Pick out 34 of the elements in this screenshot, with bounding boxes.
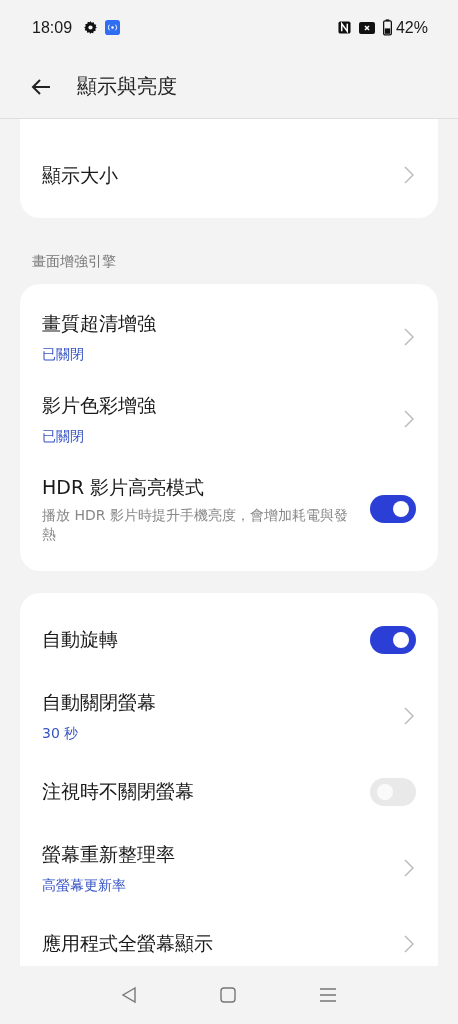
setting-title[interactable]: 畫質超清增強 <box>42 311 392 336</box>
chevron-right-icon[interactable] <box>404 934 414 953</box>
chevron-right-icon[interactable] <box>404 706 414 725</box>
back-icon[interactable] <box>121 986 138 1004</box>
page-title: 顯示與亮度 <box>77 73 177 100</box>
setting-title[interactable]: 注視時不關閉螢幕 <box>42 779 358 805</box>
broadcast-icon <box>105 20 121 35</box>
setting-title[interactable]: HDR 影片高亮模式 <box>42 475 358 500</box>
status-time: 18:09 <box>32 18 73 37</box>
section-header: 畫面增強引擎 <box>31 252 117 271</box>
setting-title[interactable]: 應用程式全螢幕顯示 <box>42 931 392 957</box>
nfc-icon <box>337 21 351 34</box>
menu-icon[interactable] <box>318 987 337 1003</box>
setting-title[interactable]: 自動關閉螢幕 <box>42 689 392 715</box>
setting-status: 已關閉 <box>42 346 85 363</box>
toggle-switch[interactable] <box>370 625 416 654</box>
setting-description: 播放 HDR 影片時提升手機亮度，會增加耗電與發熱 <box>42 506 349 544</box>
sim-card-icon <box>358 21 375 34</box>
chevron-right-icon[interactable] <box>404 858 414 877</box>
battery-icon <box>382 19 392 36</box>
toggle-switch[interactable] <box>370 495 416 524</box>
settings-icon <box>84 21 98 34</box>
setting-status: 30 秒 <box>42 724 80 742</box>
chevron-right-icon[interactable] <box>404 166 414 184</box>
setting-title[interactable]: 顯示大小 <box>42 162 392 188</box>
battery-percent: 42% <box>395 18 428 37</box>
setting-title[interactable]: 自動旋轉 <box>42 627 358 653</box>
setting-title[interactable]: 螢幕重新整理率 <box>42 841 392 867</box>
setting-title[interactable]: 影片色彩增強 <box>42 393 392 418</box>
setting-status: 高螢幕更新率 <box>42 876 127 894</box>
home-icon[interactable] <box>220 987 236 1003</box>
setting-status: 已關閉 <box>42 428 85 445</box>
chevron-right-icon[interactable] <box>404 410 414 428</box>
chevron-right-icon[interactable] <box>404 328 414 346</box>
